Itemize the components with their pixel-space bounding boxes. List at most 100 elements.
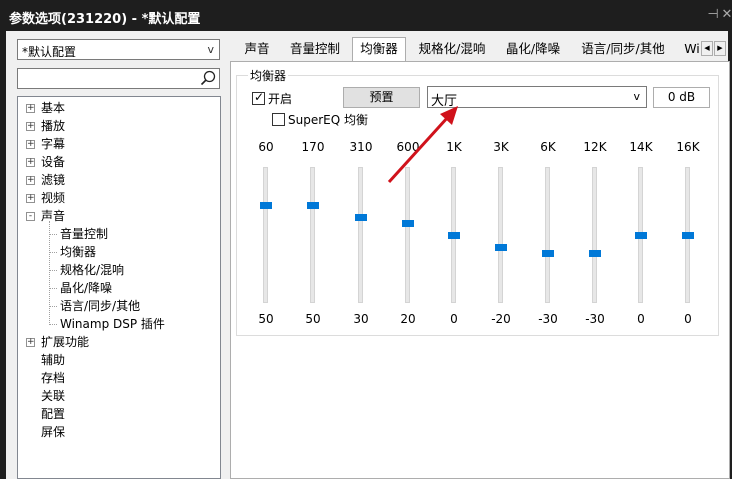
eq-slider-thumb[interactable]: [402, 220, 414, 227]
tree-connector: [49, 270, 57, 271]
supereq-checkbox[interactable]: [272, 113, 285, 126]
eq-band: 170 50: [298, 140, 328, 330]
expand-icon[interactable]: +: [26, 140, 35, 149]
eq-band-value: -20: [491, 312, 511, 326]
eq-band: 12K -30: [580, 140, 610, 330]
eq-band-frequency: 12K: [583, 140, 607, 154]
tree-item[interactable]: + 滤镜: [18, 171, 218, 189]
eq-band-value: 30: [353, 312, 369, 326]
eq-slider-thumb[interactable]: [495, 244, 507, 251]
pin-icon[interactable]: ⊣: [706, 7, 720, 23]
chevron-down-icon: v: [207, 43, 214, 56]
eq-band-value: 0: [684, 312, 692, 326]
eq-slider-thumb[interactable]: [542, 250, 554, 257]
tree-item[interactable]: + 视频: [18, 189, 218, 207]
tab-scroll-right-icon[interactable]: ▶: [714, 41, 726, 56]
eq-band-value: 50: [258, 312, 274, 326]
tree-item-label: 晶化/降噪: [60, 281, 113, 295]
tree-item-label: 均衡器: [60, 245, 97, 259]
tree-item[interactable]: 屏保: [18, 423, 218, 441]
profile-select[interactable]: *默认配置 v: [17, 39, 220, 60]
tree-item[interactable]: 辅助: [18, 351, 218, 369]
annotation-arrow-icon: [387, 106, 458, 184]
tree-item-label: 存档: [41, 371, 66, 385]
eq-slider-track[interactable]: [498, 167, 503, 303]
tab-4[interactable]: 规格化/混响: [410, 38, 494, 60]
eq-slider-thumb[interactable]: [307, 202, 319, 209]
close-icon[interactable]: ✕: [720, 7, 732, 23]
tab-3[interactable]: 均衡器: [352, 37, 406, 62]
expand-icon[interactable]: +: [26, 104, 35, 113]
tree-item[interactable]: 关联: [18, 387, 218, 405]
eq-slider-thumb[interactable]: [589, 250, 601, 257]
eq-slider-thumb[interactable]: [448, 232, 460, 239]
tree-item-label: 滤镜: [41, 173, 66, 187]
eq-band: 60 50: [251, 140, 281, 330]
tree-item-label: 规格化/混响: [60, 263, 125, 277]
tree-item[interactable]: + 基本: [18, 99, 218, 117]
tree-item-label: 播放: [41, 119, 66, 133]
tree-connector: [49, 252, 57, 253]
tree-item[interactable]: + 字幕: [18, 135, 218, 153]
settings-tree[interactable]: + 基本 + 播放 + 字幕 + 设备 + 滤镜 + 视频 - 声音 音量控制 均衡器 规格化/混响 晶化/降噪语…: [17, 96, 221, 479]
tree-connector: [49, 324, 57, 325]
tree-item[interactable]: - 声音: [18, 207, 218, 225]
tree-item-label: Winamp DSP 插件: [60, 317, 165, 331]
eq-band-frequency: 310: [349, 140, 373, 154]
tree-item[interactable]: + 设备: [18, 153, 218, 171]
eq-slider-track[interactable]: [358, 167, 363, 303]
tab-scroll-left-icon[interactable]: ◀: [701, 41, 713, 56]
tree-item[interactable]: 规格化/混响: [18, 261, 218, 279]
tree-item[interactable]: 语言/同步/其他: [18, 297, 218, 315]
tree-item[interactable]: 晶化/降噪: [18, 279, 218, 297]
search-input[interactable]: [17, 68, 220, 89]
expand-icon[interactable]: +: [26, 194, 35, 203]
tab-2[interactable]: 音量控制: [282, 38, 348, 60]
tree-item[interactable]: Winamp DSP 插件: [18, 315, 218, 333]
tree-item-label: 设备: [41, 155, 66, 169]
title-bar: 参数选项(231220) - *默认配置 ⊣ ✕: [0, 0, 732, 31]
eq-band-frequency: 60: [258, 140, 274, 154]
expand-icon[interactable]: +: [26, 122, 35, 131]
eq-slider-thumb[interactable]: [355, 214, 367, 221]
eq-band: 3K -20: [486, 140, 516, 330]
eq-band-frequency: 6K: [540, 140, 556, 154]
tab-5[interactable]: 晶化/降噪: [498, 38, 568, 60]
tree-item[interactable]: + 播放: [18, 117, 218, 135]
window-title: 参数选项(231220) - *默认配置: [9, 12, 201, 27]
tree-item-label: 语言/同步/其他: [60, 299, 141, 313]
tab-1[interactable]: 声音: [237, 38, 277, 60]
gain-display[interactable]: 0 dB: [653, 87, 710, 108]
tree-item[interactable]: 音量控制: [18, 225, 218, 243]
eq-band-value: 20: [400, 312, 416, 326]
expand-icon[interactable]: +: [26, 158, 35, 167]
eq-band-value: -30: [538, 312, 558, 326]
tree-item[interactable]: 配置: [18, 405, 218, 423]
tree-item-label: 屏保: [41, 425, 66, 439]
profile-select-value: *默认配置: [22, 45, 77, 59]
enable-checkbox[interactable]: ✓: [252, 90, 265, 105]
eq-slider-track[interactable]: [592, 167, 597, 303]
eq-band: 14K 0: [626, 140, 656, 330]
expand-icon[interactable]: +: [26, 176, 35, 185]
tree-item[interactable]: 均衡器: [18, 243, 218, 261]
tree-connector: [49, 221, 50, 325]
eq-slider-track[interactable]: [263, 167, 268, 303]
collapse-icon[interactable]: -: [26, 212, 35, 221]
tree-item-label: 扩展功能: [41, 335, 90, 349]
eq-slider-track[interactable]: [310, 167, 315, 303]
eq-slider-thumb[interactable]: [260, 202, 272, 209]
search-icon[interactable]: [199, 69, 217, 87]
eq-band-frequency: 170: [301, 140, 325, 154]
eq-slider-thumb[interactable]: [682, 232, 694, 239]
tree-item[interactable]: 存档: [18, 369, 218, 387]
eq-slider-track[interactable]: [545, 167, 550, 303]
tab-6[interactable]: 语言/同步/其他: [573, 38, 673, 60]
expand-icon[interactable]: +: [26, 338, 35, 347]
tree-item-label: 字幕: [41, 137, 66, 151]
tree-item[interactable]: + 扩展功能: [18, 333, 218, 351]
window-frame-left: [0, 31, 6, 479]
eq-band-value: 0: [450, 312, 458, 326]
eq-band-value: 0: [637, 312, 645, 326]
eq-slider-thumb[interactable]: [635, 232, 647, 239]
